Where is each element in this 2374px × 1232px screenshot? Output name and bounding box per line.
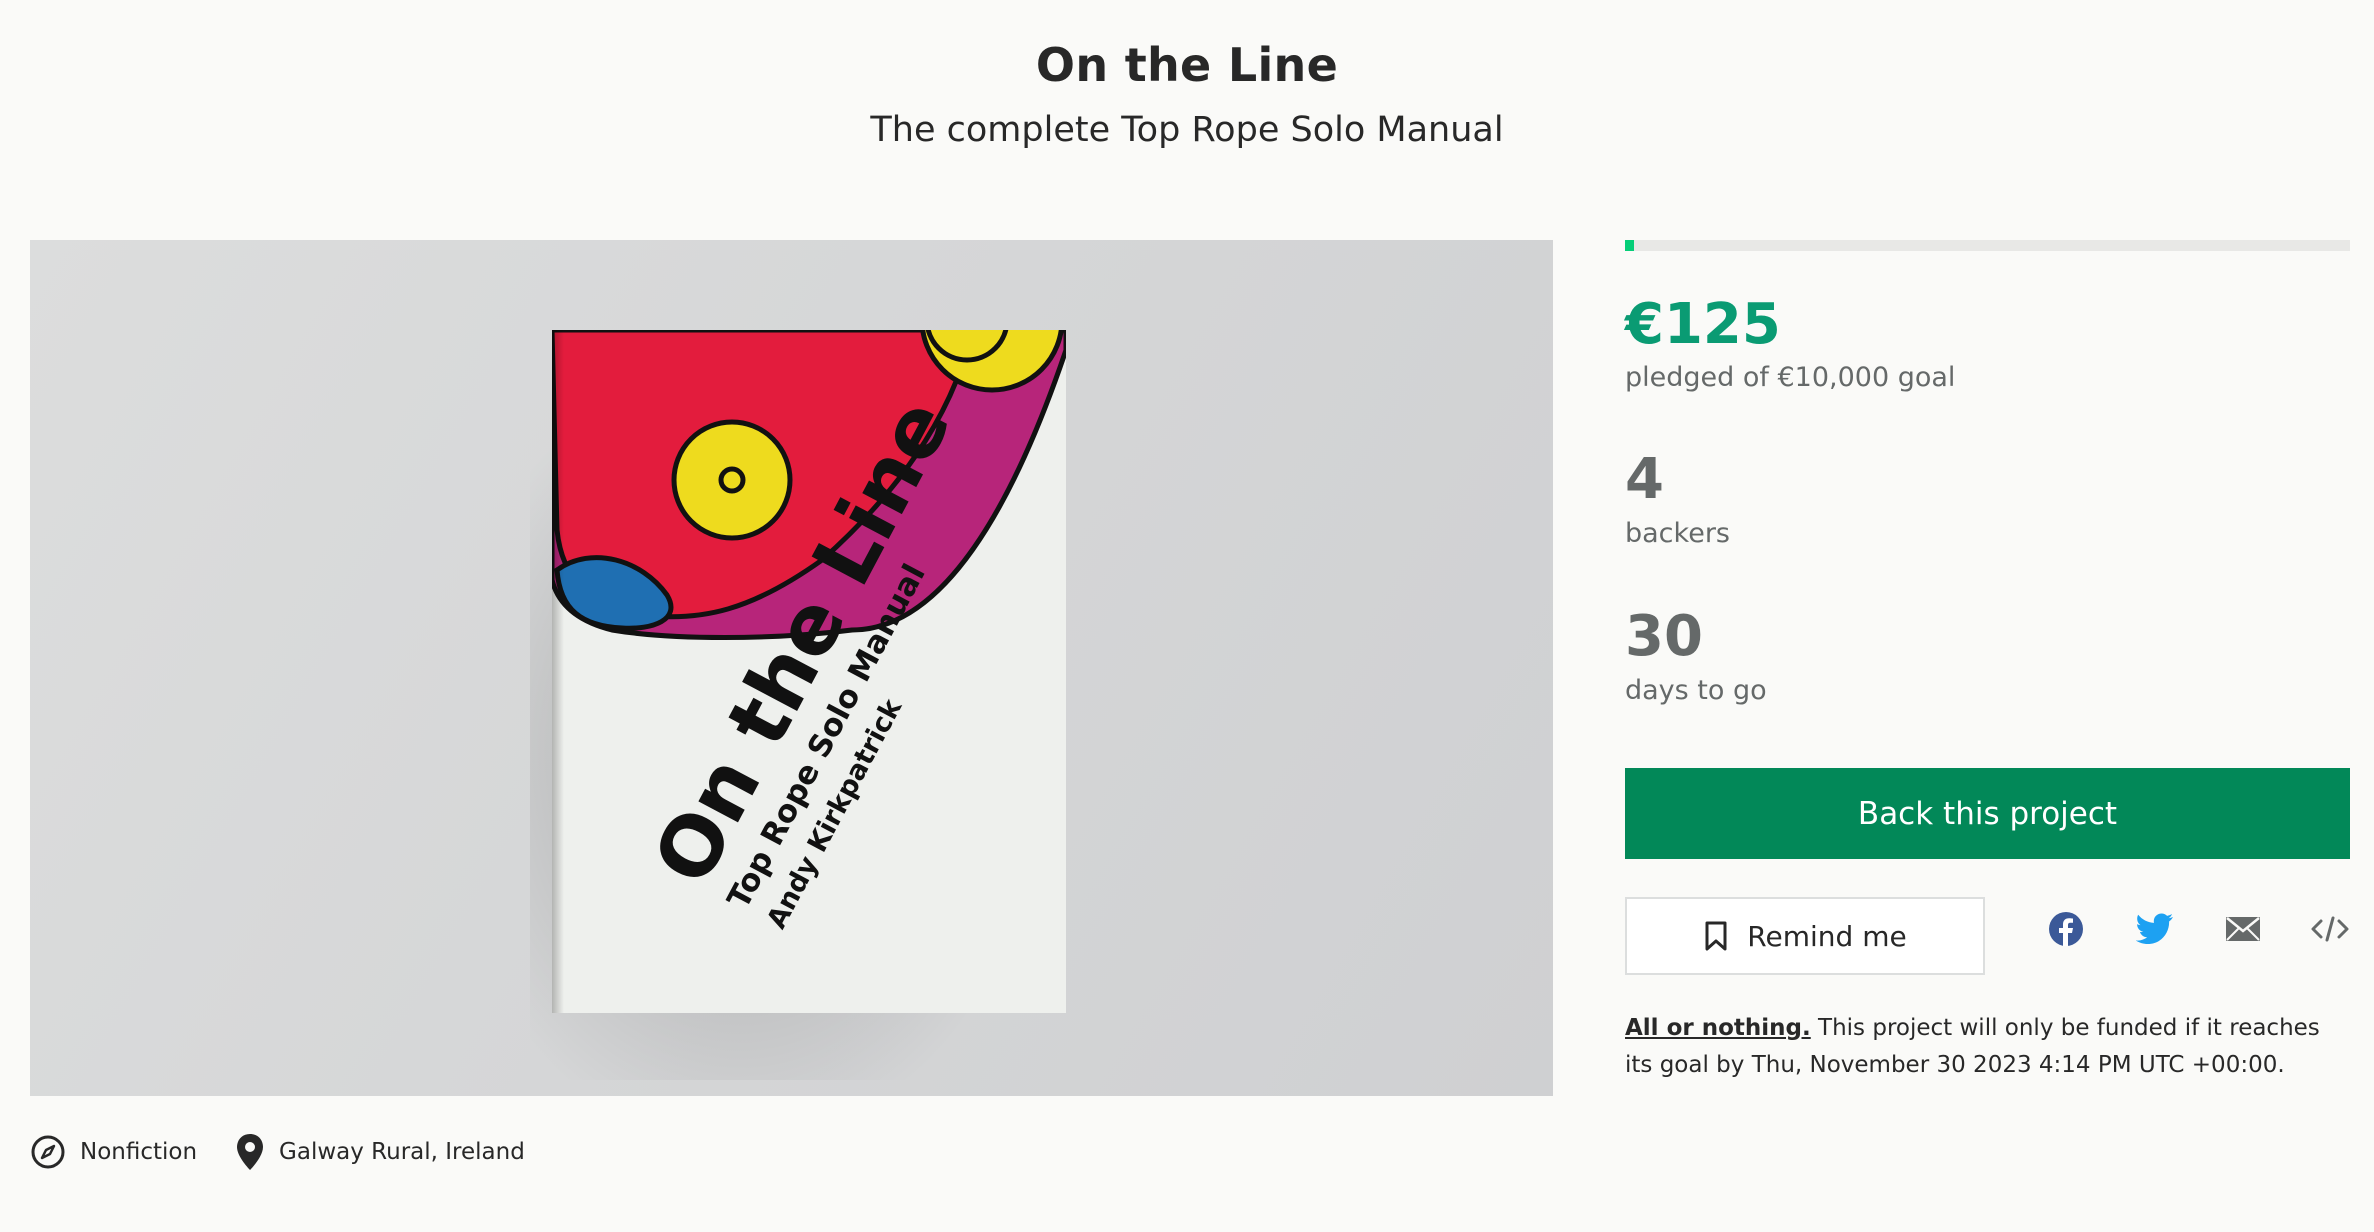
project-subtitle: The complete Top Rope Solo Manual xyxy=(870,110,1504,150)
share-twitter[interactable] xyxy=(2131,905,2179,953)
share-facebook[interactable] xyxy=(2042,905,2090,953)
funding-progress-fill xyxy=(1625,240,1635,251)
backers-count: 4 xyxy=(1625,447,1664,512)
remind-me-label: Remind me xyxy=(1747,919,1907,953)
email-icon xyxy=(2226,917,2260,941)
funding-progress-bar xyxy=(1625,240,2350,251)
share-embed[interactable] xyxy=(2306,905,2354,953)
funding-notice: All or nothing. This project will only b… xyxy=(1625,1010,2350,1084)
category-label: Nonfiction xyxy=(80,1139,198,1165)
project-image[interactable]: On the Line Top Rope Solo Manual Andy Ki… xyxy=(30,240,1553,1096)
pledged-amount: €125 xyxy=(1625,292,1781,357)
back-project-button[interactable]: Back this project xyxy=(1625,768,2350,859)
project-title: On the Line xyxy=(1035,38,1339,92)
location-pin-icon xyxy=(237,1134,264,1170)
remind-me-button[interactable]: Remind me xyxy=(1625,897,1985,975)
embed-icon xyxy=(2311,916,2349,942)
location-label: Galway Rural, Ireland xyxy=(279,1139,525,1165)
category-link[interactable]: Nonfiction xyxy=(30,1134,197,1170)
share-email[interactable] xyxy=(2219,905,2267,953)
backers-label: backers xyxy=(1625,518,1730,549)
days-to-go-label: days to go xyxy=(1625,675,1767,706)
facebook-icon xyxy=(2049,912,2083,946)
all-or-nothing-link[interactable]: All or nothing. xyxy=(1625,1015,1811,1041)
pledged-goal-label: pledged of €10,000 goal xyxy=(1625,362,1956,393)
bookmark-icon xyxy=(1705,921,1727,951)
project-header: On the Line The complete Top Rope Solo M… xyxy=(0,30,2374,160)
days-to-go-count: 30 xyxy=(1625,604,1703,669)
book-cover: On the Line Top Rope Solo Manual Andy Ki… xyxy=(552,330,1066,1013)
project-meta: Nonfiction Galway Rural, Ireland xyxy=(30,1130,563,1174)
twitter-icon xyxy=(2136,913,2173,944)
location-link[interactable]: Galway Rural, Ireland xyxy=(235,1132,525,1172)
compass-icon xyxy=(31,1135,65,1169)
